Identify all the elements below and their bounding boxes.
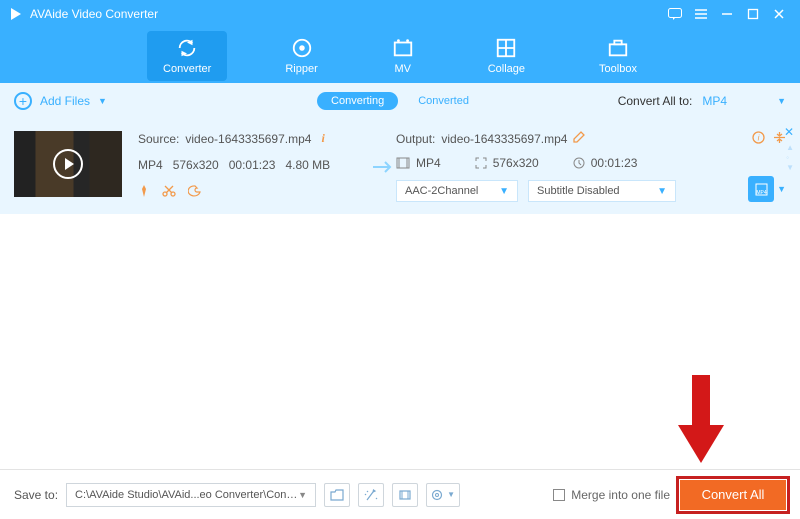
chevron-down-icon: ▼ <box>298 490 307 500</box>
nav-label: Ripper <box>285 63 317 75</box>
nav-collage[interactable]: Collage <box>472 31 541 81</box>
pin-icon[interactable] <box>138 184 150 200</box>
merge-label: Merge into one file <box>571 488 670 502</box>
chevron-down-icon: ▼ <box>777 96 786 106</box>
output-resolution: 576x320 <box>493 156 539 170</box>
chevron-down-icon: ▼ <box>98 96 107 106</box>
clock-icon <box>573 157 585 169</box>
save-path-value: C:\AVAide Studio\AVAid...eo Converter\Co… <box>75 489 298 501</box>
subtitle-select[interactable]: Subtitle Disabled▼ <box>528 180 676 202</box>
nav-label: Converter <box>163 63 211 75</box>
ripper-icon <box>291 37 313 59</box>
title-bar: AVAide Video Converter <box>0 0 800 28</box>
convert-all-button[interactable]: Convert All <box>680 480 786 510</box>
source-size: 4.80 MB <box>285 158 330 172</box>
output-profile-button[interactable]: MP4 <box>748 176 774 202</box>
convert-all-to-select[interactable]: MP4 ▼ <box>702 94 786 108</box>
info-icon[interactable]: i <box>321 131 324 146</box>
chevron-down-icon[interactable]: ▼ <box>777 184 786 194</box>
play-logo-icon <box>8 6 24 22</box>
nav-label: MV <box>394 63 411 75</box>
output-filename: video-1643335697.mp4 <box>441 132 567 146</box>
svg-text:i: i <box>758 134 760 143</box>
toolbox-icon <box>607 37 629 59</box>
main-nav: Converter Ripper MV Collage Toolbox <box>0 28 800 83</box>
play-icon <box>53 149 83 179</box>
add-files-button[interactable]: + Add Files ▼ <box>14 92 107 110</box>
profile-icon: MP4 <box>755 183 768 196</box>
menu-icon[interactable] <box>688 4 714 24</box>
svg-text:MP4: MP4 <box>756 190 767 196</box>
tab-converted[interactable]: Converted <box>404 92 483 110</box>
nav-mv[interactable]: MV <box>376 31 430 81</box>
file-item: Source: video-1643335697.mp4 i MP4 576x3… <box>0 119 800 214</box>
merge-checkbox[interactable]: Merge into one file <box>553 488 670 502</box>
source-filename: video-1643335697.mp4 <box>185 132 311 146</box>
app-title: AVAide Video Converter <box>30 7 158 21</box>
collage-icon <box>495 37 517 59</box>
convert-all-to-value: MP4 <box>702 94 727 108</box>
film-icon <box>396 157 410 169</box>
reorder-handle[interactable]: ▲◦▼ <box>786 143 794 172</box>
output-duration: 00:01:23 <box>591 156 638 170</box>
nav-converter[interactable]: Converter <box>147 31 227 81</box>
info-icon[interactable]: i <box>752 131 765 147</box>
nav-label: Toolbox <box>599 63 637 75</box>
nav-label: Collage <box>488 63 525 75</box>
enhance-button[interactable] <box>358 483 384 507</box>
chevron-down-icon: ▼ <box>499 186 509 197</box>
arrow-icon <box>372 131 396 202</box>
converter-icon <box>176 37 198 59</box>
audio-select[interactable]: AAC-2Channel▼ <box>396 180 518 202</box>
save-path-select[interactable]: C:\AVAide Studio\AVAid...eo Converter\Co… <box>66 483 316 507</box>
settings-button[interactable]: ▼ <box>426 483 460 507</box>
sub-toolbar: + Add Files ▼ Converting Converted Conve… <box>0 83 800 119</box>
palette-icon[interactable] <box>188 184 202 200</box>
chevron-down-icon: ▼ <box>657 186 667 197</box>
expand-icon <box>475 157 487 169</box>
video-thumbnail[interactable] <box>14 131 122 197</box>
output-format: MP4 <box>416 156 441 170</box>
checkbox-icon <box>553 489 565 501</box>
edit-icon[interactable] <box>573 131 585 146</box>
maximize-icon[interactable] <box>740 4 766 24</box>
trim-button[interactable] <box>392 483 418 507</box>
source-label: Source: <box>138 132 179 146</box>
close-icon[interactable] <box>766 4 792 24</box>
nav-ripper[interactable]: Ripper <box>269 31 333 81</box>
minimize-icon[interactable] <box>714 4 740 24</box>
chevron-down-icon: ▼ <box>447 490 455 499</box>
save-to-label: Save to: <box>14 488 58 502</box>
cut-icon[interactable] <box>162 184 176 200</box>
source-duration: 00:01:23 <box>229 158 276 172</box>
add-files-label: Add Files <box>40 94 90 108</box>
convert-all-to-label: Convert All to: <box>618 94 693 108</box>
tab-converting[interactable]: Converting <box>317 92 398 110</box>
plus-icon: + <box>14 92 32 110</box>
annotation-arrow-icon <box>678 375 724 465</box>
open-folder-button[interactable] <box>324 483 350 507</box>
remove-item-icon[interactable]: ✕ <box>784 125 794 139</box>
app-logo: AVAide Video Converter <box>8 6 158 22</box>
nav-toolbox[interactable]: Toolbox <box>583 31 653 81</box>
bottom-bar: Save to: C:\AVAide Studio\AVAid...eo Con… <box>0 469 800 519</box>
mv-icon <box>392 37 414 59</box>
source-format: MP4 <box>138 158 163 172</box>
output-label: Output: <box>396 132 435 146</box>
source-resolution: 576x320 <box>173 158 219 172</box>
feedback-icon[interactable] <box>662 4 688 24</box>
